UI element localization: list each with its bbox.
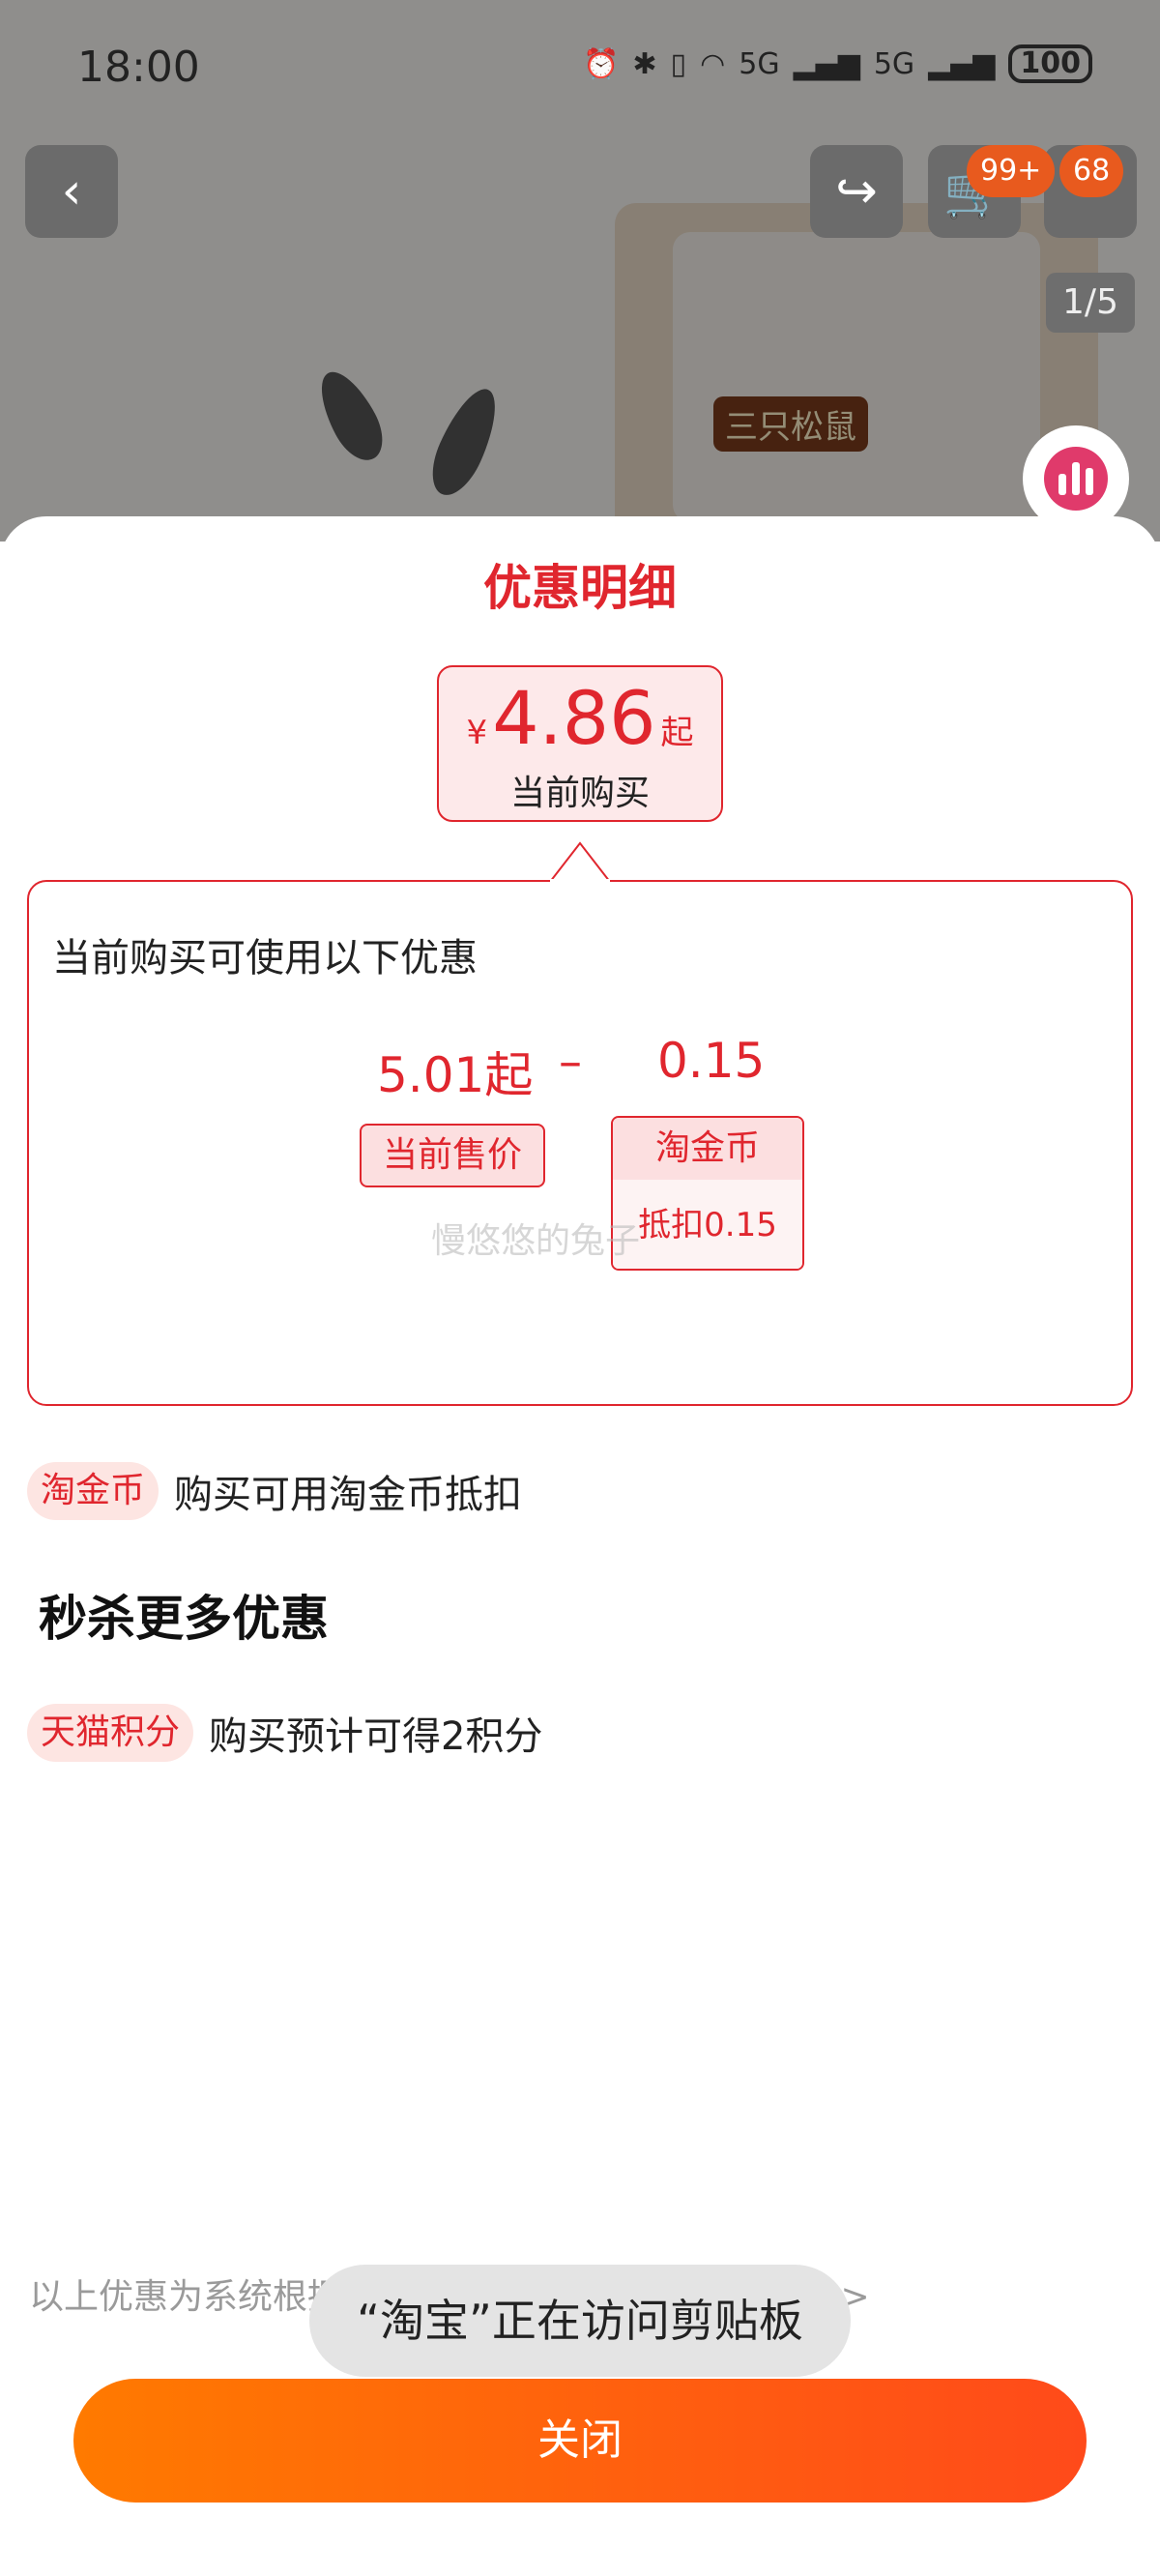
signal-icon: ▂▄▆: [793, 46, 860, 81]
alarm-icon: ⏰: [583, 46, 620, 81]
promo-text: 购买可用淘金币抵扣: [174, 1473, 523, 1517]
taojinbi-tag-title: 淘金币: [613, 1118, 802, 1180]
network-label: 5G: [739, 46, 780, 81]
vibrate-icon: ▯: [670, 46, 687, 81]
currency-symbol: ¥: [466, 714, 488, 752]
watermark: 慢悠悠的兔子: [431, 1221, 641, 1261]
current-price-value: 5.01起: [377, 1047, 534, 1103]
close-button[interactable]: 关闭: [73, 2379, 1087, 2503]
wifi-icon: ◠: [700, 46, 726, 81]
clipboard-toast: “淘宝”正在访问剪贴板: [309, 2265, 851, 2377]
share-button[interactable]: ↪: [810, 145, 903, 238]
cart-badge: 99+: [967, 145, 1056, 197]
current-price-tag: 当前售价: [360, 1124, 545, 1187]
section-heading: 秒杀更多优惠: [39, 1591, 329, 1647]
promo-tag: 淘金币: [27, 1462, 160, 1520]
bar-chart-icon: [1044, 447, 1108, 511]
chevron-left-icon: ‹: [61, 162, 82, 220]
promo-text: 购买预计可得2积分: [209, 1714, 543, 1759]
bluetooth-icon: ✱: [632, 46, 657, 81]
taojinbi-tag-value: 抵扣0.15: [613, 1180, 802, 1269]
final-price: ¥ 4.86 起: [439, 675, 721, 761]
final-price-box: ¥ 4.86 起 当前购买: [437, 665, 723, 822]
discount-detail-sheet: 优惠明细 ¥ 4.86 起 当前购买 当前购买可使用以下优惠 5.01起 – 0…: [0, 516, 1160, 2576]
price-value: 4.86: [492, 675, 656, 761]
status-icons: ⏰ ✱ ▯ ◠ 5G ▂▄▆ 5G ▂▄▆ 100: [583, 44, 1092, 83]
minus-sign: –: [559, 1035, 582, 1089]
promo-item: 天猫积分 购买预计可得2积分: [27, 1702, 542, 1764]
message-badge: 68: [1059, 145, 1124, 197]
discount-value: 0.15: [657, 1033, 766, 1089]
promo-tag: 天猫积分: [27, 1704, 194, 1762]
back-button[interactable]: ‹: [25, 145, 118, 238]
share-icon: ↪: [835, 162, 878, 220]
promo-item: 淘金币 购买可用淘金币抵扣: [27, 1460, 522, 1522]
price-caption: 当前购买: [509, 774, 650, 813]
status-bar: 18:00 ⏰ ✱ ▯ ◠ 5G ▂▄▆ 5G ▂▄▆ 100: [0, 0, 1160, 145]
sheet-title: 优惠明细: [483, 560, 677, 616]
product-page-background: 三只松鼠 18:00 ⏰ ✱ ▯ ◠ 5G ▂▄▆ 5G ▂▄▆ 100 ‹ ↪…: [0, 0, 1160, 542]
battery-icon: 100: [1008, 44, 1092, 83]
price-suffix: 起: [660, 714, 694, 752]
image-page-indicator: 1/5: [1046, 273, 1135, 333]
breakdown-heading: 当前购买可使用以下优惠: [52, 936, 478, 981]
network-label: 5G: [873, 46, 915, 81]
status-time: 18:00: [77, 43, 200, 92]
signal-icon: ▂▄▆: [928, 46, 996, 81]
pointer-arrow: [550, 841, 610, 882]
